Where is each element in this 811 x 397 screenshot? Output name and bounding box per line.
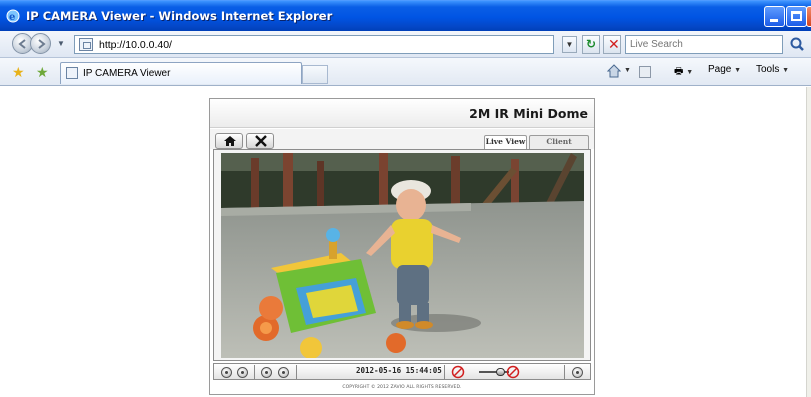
back-arrow-icon: [18, 39, 26, 49]
fullscreen-button[interactable]: [572, 367, 583, 378]
minimize-icon: [770, 19, 778, 22]
tab-client-setting[interactable]: Client Setting: [529, 135, 589, 158]
minimize-button[interactable]: [764, 6, 785, 27]
feeds-icon[interactable]: [639, 66, 651, 78]
url-dropdown-button[interactable]: ▼: [562, 36, 577, 53]
new-tab-button[interactable]: [302, 65, 328, 84]
control-separator: [296, 365, 297, 379]
forward-button[interactable]: [30, 33, 51, 54]
audio-button[interactable]: [261, 367, 272, 378]
search-icon[interactable]: [788, 35, 808, 54]
refresh-icon: ↻: [586, 37, 597, 51]
tab-favicon-icon: [66, 67, 78, 79]
vertical-scrollbar[interactable]: [806, 87, 811, 397]
copyright-notice: COPYRIGHT © 2012 ZAVIO ALL RIGHTS RESERV…: [342, 385, 462, 390]
tools-icon: [255, 135, 267, 147]
page-favicon-icon: [79, 38, 93, 51]
control-separator: [444, 365, 445, 379]
recent-pages-dropdown-icon[interactable]: ▼: [57, 39, 65, 48]
window-title: IP CAMERA Viewer - Windows Internet Expl…: [26, 9, 333, 23]
add-favorites-icon[interactable]: ★: [36, 64, 49, 81]
video-frame: [213, 149, 591, 361]
search-field[interactable]: [625, 35, 783, 54]
url-field[interactable]: http://10.0.0.40/: [74, 35, 554, 54]
url-text: http://10.0.0.40/: [99, 39, 172, 51]
print-icon[interactable]: 🖶 ▼: [674, 64, 693, 81]
ie-logo-icon: e: [6, 9, 20, 23]
zoom-slider-thumb[interactable]: [496, 368, 505, 376]
record-button[interactable]: [237, 367, 248, 378]
stop-button[interactable]: ✕: [603, 35, 621, 54]
home-dropdown-icon[interactable]: ▼: [624, 64, 631, 75]
page-menu-label: Page: [708, 64, 732, 75]
tab-label: IP CAMERA Viewer: [83, 68, 171, 79]
zoom-in-disabled-icon[interactable]: [506, 365, 520, 379]
forward-arrow-icon: [38, 39, 46, 49]
settings-button[interactable]: [246, 133, 274, 149]
chevron-down-icon: ▼: [565, 40, 574, 49]
camera-model-name: 2M IR Mini Dome: [469, 106, 588, 121]
tools-menu[interactable]: Tools ▼: [756, 64, 789, 75]
page-menu[interactable]: Page ▼: [708, 64, 741, 75]
address-bar: ▼ http://10.0.0.40/ ▼ ↻ ✕: [0, 31, 811, 58]
maximize-button[interactable]: [786, 6, 807, 27]
zoom-out-disabled-icon[interactable]: [451, 365, 465, 379]
control-separator: [254, 365, 255, 379]
svg-text:e: e: [9, 12, 15, 23]
tab-live-view[interactable]: Live View: [484, 135, 527, 149]
tab-ip-camera-viewer[interactable]: IP CAMERA Viewer: [60, 62, 302, 84]
home-button[interactable]: [215, 133, 243, 149]
maximize-icon: [791, 11, 802, 21]
live-video-feed[interactable]: [221, 153, 584, 358]
talk-button[interactable]: [278, 367, 289, 378]
panel-header: 2M IR Mini Dome: [210, 99, 594, 128]
stop-icon: ✕: [608, 36, 620, 52]
camera-snapshot-image: [221, 153, 584, 358]
tools-menu-label: Tools: [756, 64, 780, 75]
camera-viewer-panel: 2M IR Mini Dome Live View Client Setting: [209, 98, 595, 395]
home-icon[interactable]: [607, 64, 621, 78]
close-button[interactable]: [806, 6, 811, 27]
home-icon: [224, 136, 236, 146]
favorites-star-icon[interactable]: ★: [12, 64, 25, 81]
video-timestamp: 2012-05-16 15:44:05: [356, 366, 442, 375]
window-title-bar: e IP CAMERA Viewer - Windows Internet Ex…: [0, 0, 811, 31]
control-separator: [564, 365, 565, 379]
video-control-bar: 2012-05-16 15:44:05: [213, 363, 591, 380]
search-input[interactable]: [630, 37, 780, 52]
viewer-toolbar: Live View Client Setting: [210, 129, 594, 158]
snapshot-button[interactable]: [221, 367, 232, 378]
refresh-button[interactable]: ↻: [582, 35, 600, 54]
tab-bar: ★ ★ IP CAMERA Viewer ▼ 🖶 ▼ Page ▼ Tools …: [0, 58, 811, 86]
